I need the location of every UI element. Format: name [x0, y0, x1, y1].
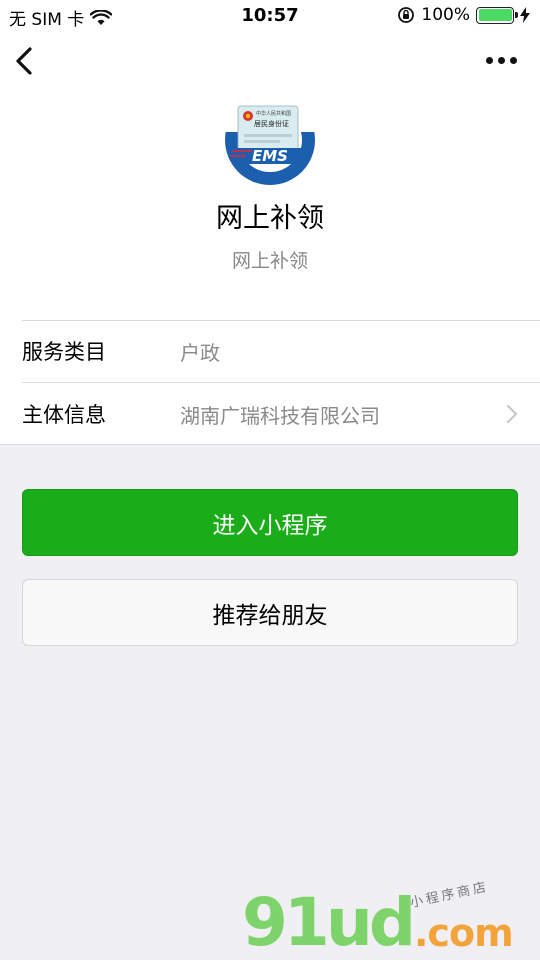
- watermark-tagline: 小程序商店: [408, 879, 491, 911]
- profile-header: 中华人民共和国 居民身份证 EMS 网上补领 网上补领: [0, 32, 540, 320]
- battery-icon: [476, 6, 518, 24]
- logo-brand-text: EMS: [252, 147, 288, 165]
- watermark-logo: 91ud: [242, 884, 416, 960]
- app-logo: 中华人民共和国 居民身份证 EMS: [225, 105, 315, 185]
- enter-mini-program-button[interactable]: 进入小程序: [22, 489, 518, 556]
- watermark: 91ud .com 小程序商店: [238, 880, 538, 960]
- battery-percent: 100%: [421, 5, 470, 25]
- info-list: 服务类目 户政 主体信息 湖南广瑞科技有限公司: [0, 320, 540, 445]
- app-title: 网上补领: [216, 203, 324, 234]
- chevron-right-icon: [506, 404, 518, 424]
- mini-program-profile-page: 无 SIM 卡 10:57 100% 中华人民共和国 居民身份证 EMS 网上补…: [0, 0, 540, 960]
- charging-bolt-icon: [520, 7, 530, 23]
- status-bar: 无 SIM 卡 10:57 100%: [0, 0, 540, 32]
- more-dot: [510, 56, 517, 64]
- entity-info-label: 主体信息: [22, 403, 106, 427]
- service-category-row: 服务类目 户政: [0, 320, 540, 382]
- logo-card-text-top: 中华人民共和国: [256, 110, 291, 117]
- status-right: 100%: [397, 5, 530, 25]
- service-category-label: 服务类目: [22, 340, 106, 364]
- rotation-lock-icon: [398, 7, 415, 23]
- app-subtitle: 网上补领: [231, 250, 308, 272]
- back-chevron-icon[interactable]: [12, 44, 38, 78]
- service-category-value: 户政: [180, 340, 220, 365]
- battery-fill: [478, 9, 512, 21]
- more-options-button[interactable]: [486, 52, 522, 68]
- recommend-to-friend-button[interactable]: 推荐给朋友: [22, 579, 518, 646]
- more-dot: [498, 56, 505, 64]
- entity-info-value: 湖南广瑞科技有限公司: [180, 403, 380, 428]
- more-dot: [486, 56, 493, 64]
- entity-info-row[interactable]: 主体信息 湖南广瑞科技有限公司: [0, 383, 540, 445]
- logo-card-text-mid: 居民身份证: [254, 119, 289, 128]
- watermark-domain: .com: [414, 911, 514, 955]
